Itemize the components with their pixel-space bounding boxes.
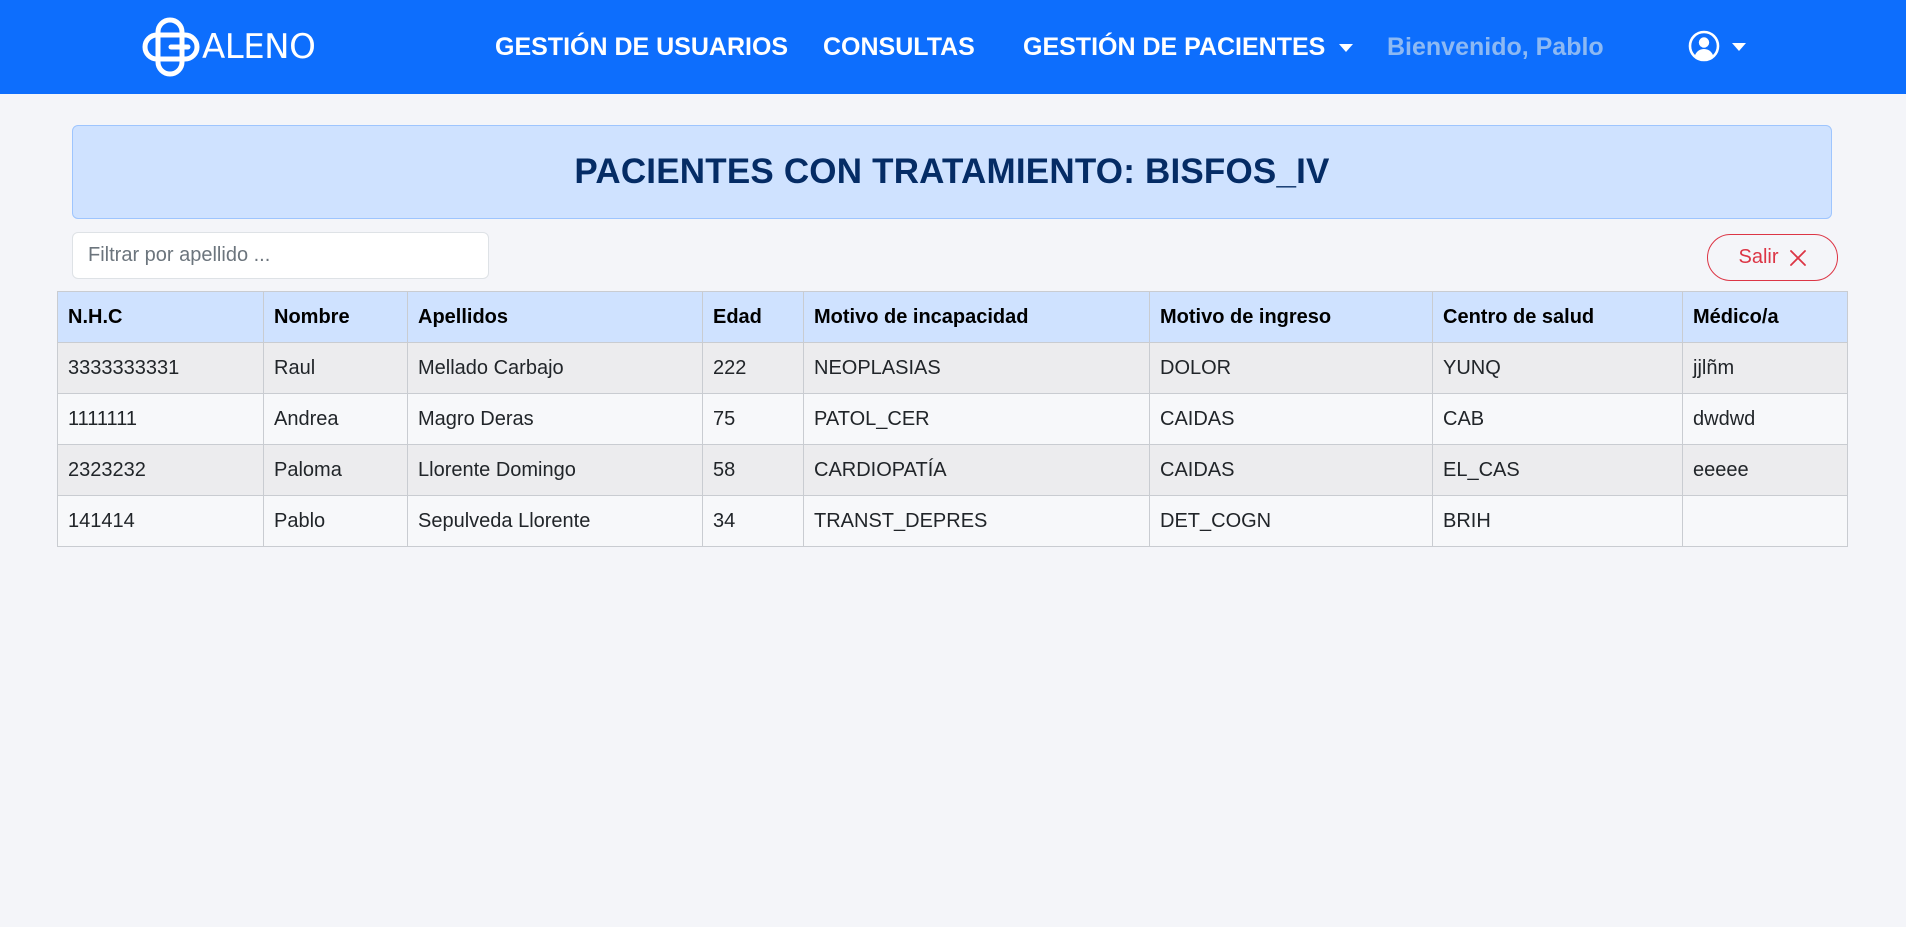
table-cell-nombre: Pablo [263,495,408,547]
logo-mark-icon [142,17,200,77]
column-header[interactable]: Edad [702,291,804,343]
table-cell-motivo-ingreso: CAIDAS [1149,393,1433,445]
table-cell-motivo-ingreso: CAIDAS [1149,444,1433,496]
nav-gestion-pacientes-label: GESTIÓN DE PACIENTES [1023,32,1326,61]
table-cell-medico: dwdwd [1682,393,1848,445]
table-row[interactable]: 2323232 Paloma Llorente Domingo 58 CARDI… [57,444,1848,496]
table-cell-medico: eeeee [1682,444,1848,496]
user-menu-dropdown[interactable] [1688,28,1746,64]
table-cell-medico [1682,495,1848,547]
column-header[interactable]: Motivo de incapacidad [803,291,1150,343]
table-cell-apellidos: Llorente Domingo [407,444,703,496]
column-header[interactable]: N.H.C [57,291,264,343]
table-cell-edad: 58 [702,444,804,496]
table-row[interactable]: 3333333331 Raul Mellado Carbajo 222 NEOP… [57,342,1848,394]
column-header[interactable]: Centro de salud [1432,291,1683,343]
nav-gestion-usuarios[interactable]: GESTIÓN DE USUARIOS [495,0,788,94]
table-cell-motivo-ingreso: DOLOR [1149,342,1433,394]
table-cell-nombre: Paloma [263,444,408,496]
table-cell-motivo-incapacidad: PATOL_CER [803,393,1150,445]
patients-table: N.H.C Nombre Apellidos Edad Motivo de in… [57,291,1848,547]
galeno-logo[interactable]: ALENO [142,16,316,78]
page-title: PACIENTES CON TRATAMIENTO: BISFOS_IV [574,152,1330,191]
table-cell-apellidos: Mellado Carbajo [407,342,703,394]
logo-text: ALENO [202,27,316,67]
table-cell-edad: 222 [702,342,804,394]
exit-button[interactable]: Salir [1707,234,1838,281]
nav-consultas-label: CONSULTAS [823,32,975,61]
table-cell-nhc: 141414 [57,495,264,547]
user-circle-icon [1688,30,1720,62]
caret-down-icon [1732,43,1746,51]
table-cell-nhc: 2323232 [57,444,264,496]
nav-gestion-usuarios-label: GESTIÓN DE USUARIOS [495,32,789,61]
table-row[interactable]: 1111111 Andrea Magro Deras 75 PATOL_CER … [57,393,1848,445]
welcome-text: Bienvenido, Pablo [1387,32,1604,61]
table-header-row: N.H.C Nombre Apellidos Edad Motivo de in… [57,291,1848,343]
column-header[interactable]: Médico/a [1682,291,1848,343]
table-cell-motivo-incapacidad: NEOPLASIAS [803,342,1150,394]
table-cell-edad: 75 [702,393,804,445]
exit-button-label: Salir [1738,246,1779,268]
table-cell-nhc: 3333333331 [57,342,264,394]
table-cell-centro-salud: BRIH [1432,495,1683,547]
table-cell-apellidos: Sepulveda Llorente [407,495,703,547]
column-header[interactable]: Motivo de ingreso [1149,291,1433,343]
table-cell-motivo-incapacidad: TRANST_DEPRES [803,495,1150,547]
table-cell-motivo-incapacidad: CARDIOPATÍA [803,444,1150,496]
table-cell-centro-salud: CAB [1432,393,1683,445]
table-cell-nhc: 1111111 [57,393,264,445]
table-cell-nombre: Raul [263,342,408,394]
nav-consultas[interactable]: CONSULTAS [823,0,975,94]
nav-gestion-pacientes-dropdown[interactable]: GESTIÓN DE PACIENTES [1023,0,1354,94]
close-icon [1789,249,1807,267]
table-row[interactable]: 141414 Pablo Sepulveda Llorente 34 TRANS… [57,495,1848,547]
column-header[interactable]: Apellidos [407,291,703,343]
table-cell-centro-salud: YUNQ [1432,342,1683,394]
table-cell-medico: jjlñm [1682,342,1848,394]
table-cell-centro-salud: EL_CAS [1432,444,1683,496]
caret-down-icon [1339,44,1354,52]
filter-by-surname-input[interactable] [72,232,489,279]
table-cell-motivo-ingreso: DET_COGN [1149,495,1433,547]
column-header[interactable]: Nombre [263,291,408,343]
table-cell-apellidos: Magro Deras [407,393,703,445]
page-title-banner: PACIENTES CON TRATAMIENTO: BISFOS_IV [72,125,1832,219]
table-cell-nombre: Andrea [263,393,408,445]
top-navbar: ALENO GESTIÓN DE USUARIOS CONSULTAS GEST… [0,0,1906,94]
table-cell-edad: 34 [702,495,804,547]
